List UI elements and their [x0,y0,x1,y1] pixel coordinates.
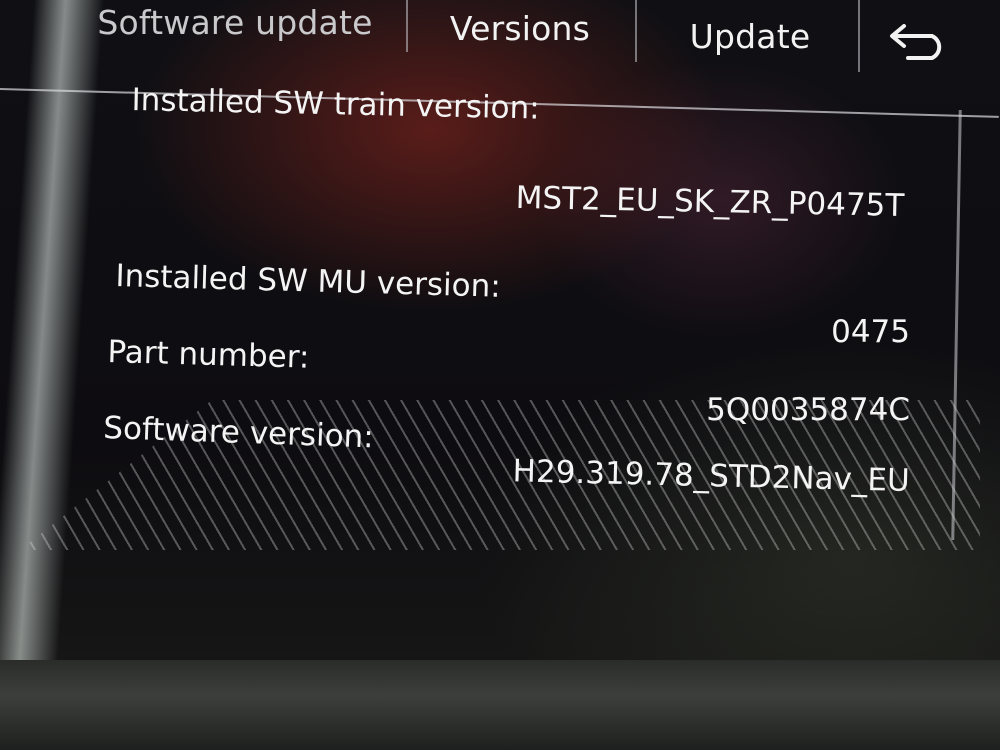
scrollbar[interactable] [951,110,962,540]
top-tab-bar: Software update Versions Update [0,0,1000,118]
train-version-label: Installed SW train version: [131,82,541,127]
screen-bezel [0,660,1000,750]
back-arrow-icon [888,24,952,60]
tab-divider [858,0,860,72]
mu-version-value: 0475 [831,314,910,350]
tab-versions[interactable]: Versions [430,0,610,64]
glare-reflection [0,0,105,750]
software-version-value: H29.319.78_STD2Nav_EU [512,453,910,499]
tab-divider [406,0,408,52]
software-version-label: Software version: [102,410,375,456]
tab-divider [635,0,637,62]
mu-version-label: Installed SW MU version: [114,258,502,305]
back-button[interactable] [880,6,960,78]
part-number-label: Part number: [106,334,310,376]
page-title: Software update [97,2,373,42]
train-version-value: MST2_EU_SK_ZR_P0475T [515,179,905,224]
part-number-value: 5Q0035874C [706,392,910,428]
infotainment-screen: Software update Versions Update Installe… [0,0,1000,750]
tab-update[interactable]: Update [670,0,830,72]
